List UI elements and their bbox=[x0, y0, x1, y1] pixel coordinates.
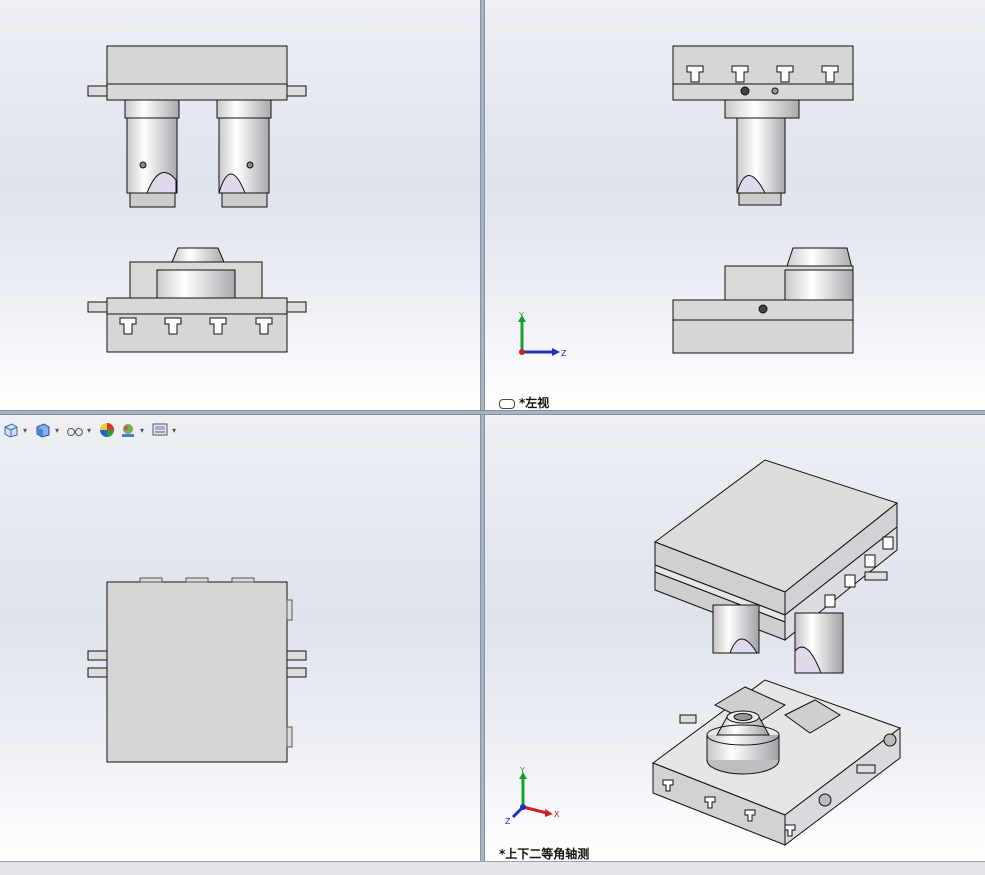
viewport-front[interactable] bbox=[0, 0, 480, 410]
axis-y-label: Y bbox=[518, 312, 524, 320]
coordinate-triad: Y Z bbox=[518, 312, 567, 358]
view-name: *左视 bbox=[519, 396, 550, 410]
axis-x-label: X bbox=[554, 810, 560, 819]
viewport-label-isometric: *上下二等角轴测 bbox=[499, 847, 590, 861]
axis-z-label: Z bbox=[505, 817, 511, 826]
viewport-top[interactable]: ▾ ▾ ▾ ▾ ▾ bbox=[0, 415, 480, 861]
axis-z-label: Z bbox=[561, 349, 567, 358]
link-icon bbox=[499, 398, 515, 409]
viewport-left[interactable]: Y Z *左视 bbox=[485, 0, 985, 410]
model-top-view bbox=[87, 577, 307, 763]
vertical-splitter[interactable] bbox=[480, 0, 485, 861]
status-bar bbox=[0, 861, 985, 875]
axis-y-label: Y bbox=[519, 767, 525, 775]
horizontal-splitter[interactable] bbox=[0, 410, 985, 415]
coordinate-triad: Y X Z bbox=[505, 767, 560, 826]
viewport-isometric[interactable]: Y X Z *上下二等角轴测 bbox=[485, 415, 985, 861]
viewport-label-left: *左视 bbox=[499, 394, 549, 410]
model-front-view bbox=[87, 45, 307, 353]
